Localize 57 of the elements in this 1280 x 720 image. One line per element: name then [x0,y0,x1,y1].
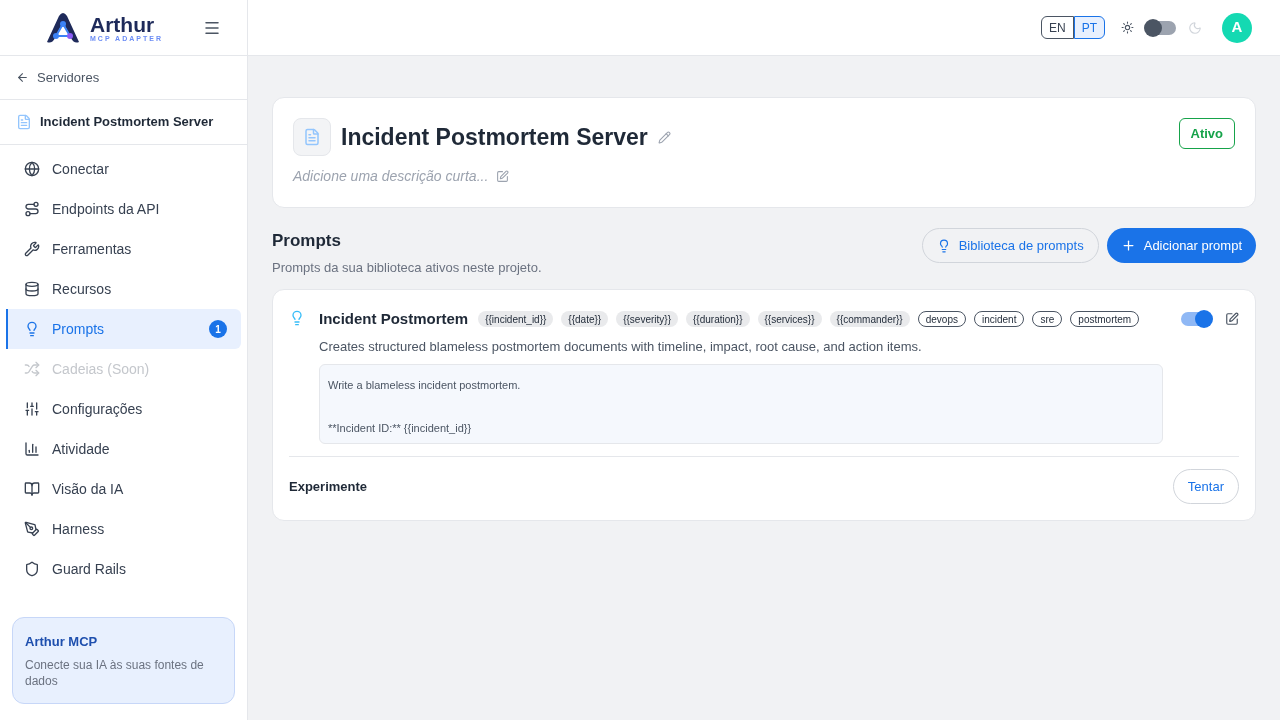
sidebar-item[interactable]: Atividade [6,429,241,469]
back-arrow-icon [16,71,29,84]
lightbulb-icon [289,310,305,326]
sidebar-item[interactable]: Endpoints da API [6,189,241,229]
variable-chip: {{date}} [561,311,609,328]
promo-title: Arthur MCP [25,632,99,651]
prompt-description: Creates structured blameless postmortem documents with timeline, impact, root cause, and action items. [319,337,923,356]
sidebar-item[interactable]: Configurações [6,389,241,429]
section-title: Prompts [272,230,342,252]
shuffle-icon [24,361,40,377]
document-icon [293,118,331,156]
shield-icon [24,561,40,577]
sidebar-item[interactable]: Guard Rails [6,549,241,589]
language-tab[interactable]: PT [1073,16,1105,39]
count-badge: 1 [209,320,227,338]
variable-chip: {{severity}} [616,311,678,328]
template-line: **Incident ID:** {{incident_id}} [328,420,473,436]
logo-name: Arthur [90,13,156,35]
variable-chip: {{incident_id}} [478,311,554,328]
globe-icon [24,161,40,177]
sidebar-item[interactable]: Visão da IA [6,469,241,509]
server-title: Incident Postmortem Server [341,122,648,152]
variable-chip: {{commander}} [829,311,910,328]
library-button[interactable]: Biblioteca de prompts [921,228,1099,263]
template-line: Write a blameless incident postmortem. [328,378,522,393]
back-link[interactable]: Servidores [0,56,247,100]
document-icon [16,114,32,130]
plus-icon [1120,238,1136,253]
route-icon [24,201,40,217]
status-badge: Ativo [1178,118,1235,149]
pen-icon [24,521,40,537]
edit-icon[interactable] [1225,312,1239,326]
book-icon [24,481,40,497]
prompt-name: Incident Postmortem [319,309,469,329]
promo-text: Conecte sua IA às suas fontes de dados [25,657,205,689]
bar-chart-icon [24,441,40,457]
try-label: Experimente [289,477,368,496]
server-name: Incident Postmortem Server [40,113,214,132]
sidebar-item[interactable]: Prompts 1 [6,309,241,349]
sidebar-item[interactable]: Recursos [6,269,241,309]
language-tab[interactable]: EN [1041,16,1074,39]
logo-icon [44,11,82,44]
sidebar-item[interactable]: Conectar [6,149,241,189]
moon-icon [1188,20,1202,35]
add-prompt-button[interactable]: Adicionar prompt [1106,228,1256,263]
section-subtitle: Prompts da sua biblioteca ativos neste projeto. [272,258,542,277]
toggle-switch[interactable] [1181,312,1211,326]
variable-chip: {{duration}} [686,311,750,328]
sidebar-item[interactable]: Harness [6,509,241,549]
lightbulb-icon [24,321,40,337]
sun-icon [1121,21,1134,34]
toggle-switch[interactable] [1146,20,1176,35]
sliders-icon [24,401,40,417]
database-icon [24,281,40,297]
wrench-icon [24,241,40,257]
variable-chip: {{services}} [757,311,822,328]
sidebar-item[interactable]: Ferramentas [6,229,241,269]
